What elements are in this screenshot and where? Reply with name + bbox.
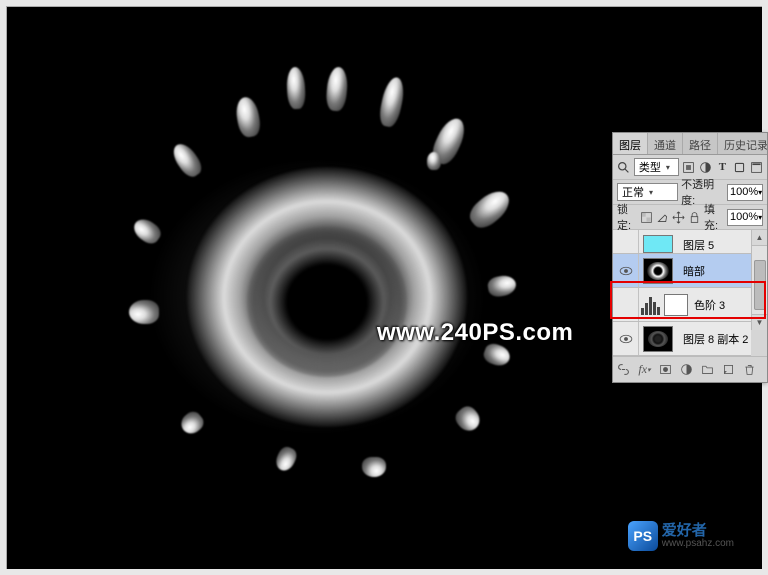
lock-row: 锁定: 填充: 100%▾ — [613, 205, 767, 230]
visibility-toggle[interactable] — [613, 254, 639, 287]
filter-type-select[interactable]: 类型 ▾ — [634, 158, 679, 176]
chevron-down-icon: ▾ — [666, 163, 670, 172]
opacity-input[interactable]: 100%▾ — [727, 184, 763, 201]
chevron-down-icon: ▾ — [649, 188, 653, 197]
add-mask-icon[interactable] — [658, 362, 673, 377]
lock-label: 锁定: — [617, 201, 637, 233]
layer-thumbnail[interactable] — [643, 235, 673, 253]
layer-mask-thumbnail[interactable] — [664, 294, 688, 316]
filter-shape-icon[interactable] — [732, 160, 746, 175]
search-icon — [617, 160, 631, 175]
link-layers-icon[interactable] — [616, 362, 631, 377]
scrollbar[interactable]: ▲ ▼ — [751, 230, 767, 330]
watermark-logo: PS 爱好者 www.psahz.com — [628, 521, 734, 551]
filter-smart-icon[interactable] — [749, 160, 763, 175]
blend-mode-select[interactable]: 正常 ▾ — [617, 183, 678, 201]
layer-name[interactable]: 图层 5 — [683, 237, 714, 253]
tab-history[interactable]: 历史记录 — [718, 133, 767, 154]
fill-value: 100% — [730, 211, 758, 223]
layer-row[interactable]: 图层 8 副本 2 — [613, 322, 751, 356]
tab-layers[interactable]: 图层 — [613, 133, 648, 155]
filter-adjust-icon[interactable] — [699, 160, 713, 175]
layers-panel: 图层 通道 路径 历史记录 动作 类型 ▾ T 正常 ▾ 不透明度 — [612, 132, 768, 383]
layer-thumbnail[interactable] — [643, 326, 673, 352]
delete-layer-icon[interactable] — [742, 362, 757, 377]
layer-row[interactable]: 色阶 3 — [613, 288, 751, 322]
filter-type-icon[interactable]: T — [716, 160, 730, 175]
filter-type-label: 类型 — [639, 159, 661, 175]
fx-icon[interactable]: fx▾ — [637, 362, 652, 377]
new-group-icon[interactable] — [700, 362, 715, 377]
ps-badge-icon: PS — [628, 521, 658, 551]
splash-image — [157, 127, 497, 467]
layer-row[interactable]: 图层 5 — [613, 230, 751, 254]
adjustment-layer-icon[interactable] — [679, 362, 694, 377]
lock-position-icon[interactable] — [672, 210, 685, 225]
filter-pixel-icon[interactable] — [682, 160, 696, 175]
lock-pixels-icon[interactable] — [656, 210, 669, 225]
scroll-up-button[interactable]: ▲ — [752, 230, 767, 246]
layer-name[interactable]: 暗部 — [683, 263, 705, 279]
scroll-thumb[interactable] — [754, 260, 766, 310]
blend-mode-value: 正常 — [622, 184, 644, 200]
lock-all-icon[interactable] — [688, 210, 701, 225]
logo-url-text: www.psahz.com — [662, 539, 734, 550]
logo-zh-text: 爱好者 — [662, 523, 734, 539]
tab-paths[interactable]: 路径 — [683, 133, 718, 154]
fill-label: 填充: — [704, 201, 724, 233]
layer-row[interactable]: 暗部 — [613, 254, 751, 288]
tab-channels[interactable]: 通道 — [648, 133, 683, 154]
panel-footer: fx▾ — [613, 356, 767, 382]
levels-icon — [641, 295, 665, 315]
visibility-toggle[interactable] — [613, 288, 639, 321]
opacity-value: 100% — [730, 186, 758, 198]
layer-name[interactable]: 图层 8 副本 2 — [683, 331, 748, 347]
visibility-toggle[interactable] — [613, 230, 639, 253]
watermark-main: www.240PS.com — [377, 319, 573, 347]
scroll-down-button[interactable]: ▼ — [752, 314, 767, 330]
layer-name[interactable]: 色阶 3 — [694, 297, 725, 313]
layers-list: 图层 5 暗部 色阶 3 图层 8 副本 2 — [613, 230, 767, 356]
panel-tabs: 图层 通道 路径 历史记录 动作 — [613, 133, 767, 155]
new-layer-icon[interactable] — [721, 362, 736, 377]
lock-transparent-icon[interactable] — [640, 210, 653, 225]
fill-input[interactable]: 100%▾ — [727, 209, 763, 226]
layer-thumbnail[interactable] — [643, 258, 673, 284]
visibility-toggle[interactable] — [613, 322, 639, 355]
